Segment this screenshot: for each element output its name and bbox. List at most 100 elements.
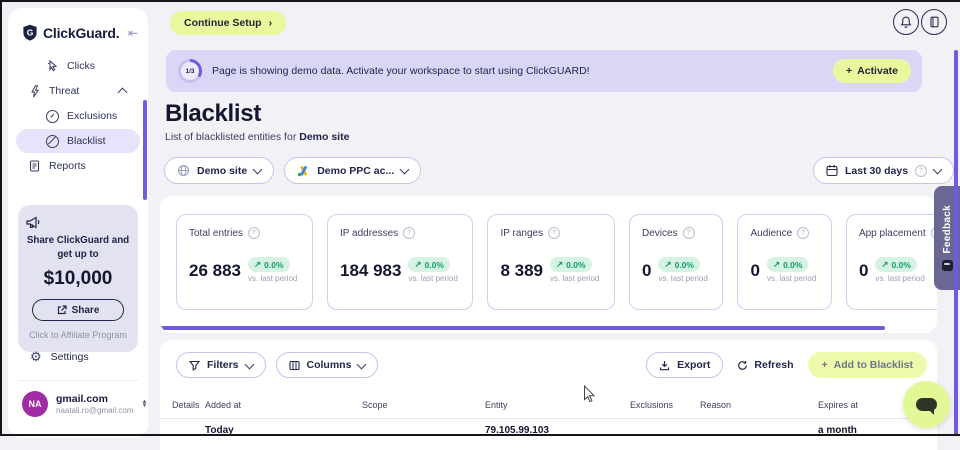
- help-icon[interactable]: ?: [683, 227, 695, 239]
- blacklist-block-icon: [46, 135, 59, 148]
- table-header-row: Details Added at Scope Entity Exclusions…: [160, 400, 937, 410]
- chevron-down-icon: [253, 165, 263, 175]
- gear-icon: ⚙: [30, 349, 42, 365]
- sidebar-item-reports[interactable]: Reports: [16, 154, 140, 178]
- svg-text:G: G: [27, 27, 34, 37]
- trend-value: 0.0%: [264, 260, 283, 270]
- sidebar-item-exclusions[interactable]: ✓ Exclusions: [16, 104, 140, 128]
- sidebar-item-label: Blacklist: [67, 135, 140, 147]
- vertical-scrollbar[interactable]: [954, 50, 958, 436]
- user-name: gmail.com: [56, 393, 133, 405]
- brand-name: ClickGuard.: [43, 25, 123, 41]
- book-icon: [929, 16, 940, 28]
- docs-button[interactable]: [921, 9, 947, 35]
- stats-panel: Total entries ? 26 883 ↗0.0% vs. last pe…: [160, 196, 937, 333]
- help-icon: ?: [915, 165, 927, 177]
- trend-badge: ↗0.0%: [658, 257, 700, 272]
- help-icon[interactable]: ?: [248, 227, 260, 239]
- setup-progress-ring: 1/3: [178, 59, 202, 83]
- stat-card: App placement ? 0 ↗0.0% vs. last period: [846, 214, 937, 310]
- chevron-down-icon: [933, 165, 943, 175]
- site-selector-value: Demo site: [197, 165, 247, 177]
- sidebar-item-threat[interactable]: Threat: [16, 79, 140, 103]
- trend-badge: ↗0.0%: [248, 257, 290, 272]
- user-menu[interactable]: NA gmail.com naatali.ro@gmail.com ▲▼: [8, 391, 148, 417]
- share-button[interactable]: Share: [32, 299, 124, 321]
- plus-icon: +: [822, 359, 828, 371]
- clickguard-shield-logo-icon: G: [22, 24, 38, 41]
- activate-button[interactable]: + Activate: [833, 59, 911, 83]
- column-header[interactable]: Details: [172, 400, 205, 410]
- reports-document-icon: [28, 160, 41, 173]
- avatar: NA: [22, 391, 48, 417]
- setup-progress-value: 1/3: [181, 62, 199, 80]
- export-button[interactable]: Export: [646, 352, 723, 378]
- help-icon[interactable]: ?: [403, 227, 415, 239]
- columns-button[interactable]: Columns: [276, 352, 379, 378]
- vs-last-period-label: vs. last period: [248, 274, 300, 284]
- sidebar-nav: Clicks Threat ✓ Exclusions Blacklist Rep…: [8, 54, 148, 178]
- help-icon[interactable]: ?: [548, 227, 560, 239]
- horizontal-scrollbar[interactable]: [160, 326, 885, 330]
- sidebar-collapse-icon[interactable]: ⇤: [128, 26, 138, 40]
- sidebar-divider: [18, 380, 138, 381]
- refresh-icon: [737, 360, 748, 371]
- window-edge-top: [0, 0, 960, 2]
- trend-up-icon: ↗: [254, 259, 261, 270]
- continue-setup-button[interactable]: Continue Setup ›: [170, 11, 286, 35]
- demo-data-banner: 1/3 Page is showing demo data. Activate …: [166, 50, 922, 92]
- column-header[interactable]: Exclusions: [630, 400, 700, 410]
- date-range-selector[interactable]: Last 30 days ?: [813, 157, 954, 184]
- column-header[interactable]: Scope: [362, 400, 485, 410]
- promo-amount: $10,000: [25, 268, 131, 290]
- banner-message: Page is showing demo data. Activate your…: [212, 65, 590, 77]
- column-header[interactable]: Entity: [485, 400, 630, 410]
- vs-last-period-label: vs. last period: [658, 274, 710, 284]
- trend-value: 0.0%: [675, 260, 694, 270]
- stat-card: IP ranges ? 8 389 ↗0.0% vs. last period: [487, 214, 615, 310]
- site-selector[interactable]: Demo site: [164, 157, 274, 184]
- feedback-label: Feedback: [942, 205, 953, 254]
- stat-label: IP ranges: [500, 228, 543, 239]
- clicks-cursor-icon: [46, 60, 59, 73]
- settings-label: Settings: [51, 351, 89, 363]
- page-subtitle-text: List of blacklisted entities for: [165, 131, 296, 143]
- stat-label: IP addresses: [340, 228, 398, 239]
- stat-card: Audience ? 0 ↗0.0% vs. last period: [737, 214, 831, 310]
- help-icon[interactable]: ?: [797, 227, 809, 239]
- vs-last-period-label: vs. last period: [875, 274, 927, 284]
- sidebar-item-label: Exclusions: [67, 110, 140, 122]
- chat-widget-button[interactable]: [903, 381, 950, 428]
- trend-up-icon: ↗: [881, 259, 888, 270]
- trend-badge: ↗0.0%: [408, 257, 450, 272]
- filters-button[interactable]: Filters: [176, 352, 266, 378]
- refresh-button[interactable]: Refresh: [737, 359, 793, 371]
- trend-badge: ↗0.0%: [767, 257, 809, 272]
- column-header[interactable]: Added at: [205, 400, 362, 410]
- chevron-down-icon: [244, 359, 254, 369]
- date-range-value: Last 30 days: [845, 165, 908, 177]
- sidebar-item-blacklist[interactable]: Blacklist: [16, 129, 140, 153]
- stat-card: Total entries ? 26 883 ↗0.0% vs. last pe…: [176, 214, 313, 310]
- ppc-account-selector[interactable]: Demo PPC ac...: [284, 157, 421, 184]
- stat-card: Devices ? 0 ↗0.0% vs. last period: [629, 214, 723, 310]
- stat-value: 8 389: [500, 261, 543, 281]
- promo-heading: Share ClickGuard and get up to: [25, 234, 131, 261]
- globe-icon: [177, 164, 190, 177]
- sidebar-item-settings[interactable]: ⚙ Settings: [8, 345, 170, 369]
- sidebar-item-label: Reports: [49, 160, 140, 172]
- trend-up-icon: ↗: [556, 259, 563, 270]
- sidebar-scrollbar[interactable]: [143, 100, 147, 200]
- notifications-button[interactable]: [893, 9, 919, 35]
- page-title: Blacklist: [165, 100, 261, 128]
- promo-caption[interactable]: Click to Affiliate Program: [25, 330, 131, 340]
- trend-value: 0.0%: [566, 260, 585, 270]
- export-label: Export: [677, 359, 710, 371]
- chevron-down-icon: [357, 359, 367, 369]
- ppc-account-value: Demo PPC ac...: [317, 165, 394, 177]
- stat-label: Total entries: [189, 228, 243, 239]
- columns-icon: [289, 360, 300, 371]
- add-to-blacklist-button[interactable]: + Add to Blacklist: [808, 352, 928, 378]
- column-header[interactable]: Reason: [700, 400, 818, 410]
- sidebar-item-clicks[interactable]: Clicks: [16, 54, 140, 78]
